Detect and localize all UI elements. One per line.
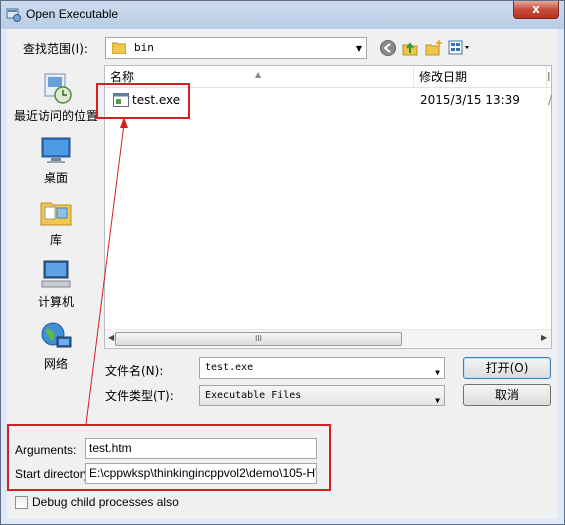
place-label: 计算机 (37, 295, 74, 309)
close-button[interactable]: x (513, 1, 559, 19)
back-icon[interactable] (379, 39, 397, 57)
view-menu-icon[interactable] (448, 39, 472, 57)
computer-icon (41, 260, 71, 288)
window-title: Open Executable (26, 7, 119, 21)
sort-ascending-icon: ▲ (255, 70, 262, 79)
file-name-label: 文件名(N): (105, 364, 164, 378)
debug-child-label: Debug child processes also (32, 495, 179, 509)
place-label: 库 (49, 233, 62, 247)
place-desktop[interactable]: 桌面 (9, 133, 103, 193)
horizontal-scrollbar[interactable]: ◀ III ▶ (105, 329, 551, 347)
places-bar: 最近访问的位置 桌面 库 计算机 网络 (9, 67, 103, 385)
open-button[interactable]: 打开(O) (463, 357, 551, 379)
look-in-value: bin (134, 41, 154, 54)
file-date: 2015/3/15 13:39 (420, 93, 520, 107)
scroll-left-icon[interactable]: ◀ (108, 333, 114, 342)
place-label: 最近访问的位置 (13, 109, 98, 123)
place-label: 桌面 (43, 171, 68, 185)
look-in-combo[interactable]: bin ▼ (105, 37, 367, 59)
app-icon (6, 8, 21, 22)
column-header-date[interactable]: 修改日期 (414, 66, 546, 88)
folder-icon (112, 42, 126, 54)
column-header-more[interactable]: I (547, 66, 551, 88)
look-in-label: 查找范围(I): (23, 42, 88, 56)
up-folder-icon[interactable] (401, 39, 419, 57)
debug-child-checkbox[interactable] (15, 496, 28, 509)
network-icon (41, 322, 72, 348)
place-computer[interactable]: 计算机 (9, 257, 103, 317)
recent-places-icon (44, 73, 72, 104)
chevron-down-icon: ▼ (355, 44, 362, 53)
file-type-label: 文件类型(T): (105, 389, 174, 403)
file-more: / (548, 93, 553, 107)
place-recent[interactable]: 最近访问的位置 (9, 71, 103, 131)
title-bar: Open Executable x (1, 1, 564, 29)
file-name-input[interactable]: test.exe ▼ (199, 357, 445, 379)
place-libraries[interactable]: 库 (9, 195, 103, 255)
highlight-box-file (96, 83, 190, 119)
highlight-box-options (7, 424, 331, 491)
scroll-right-icon[interactable]: ▶ (541, 333, 547, 342)
place-network[interactable]: 网络 (9, 319, 103, 379)
desktop-icon (41, 137, 71, 163)
chevron-down-icon[interactable]: ▼ (435, 363, 440, 383)
scrollbar-thumb[interactable]: III (115, 332, 402, 346)
libraries-icon (40, 202, 72, 226)
place-label: 网络 (43, 357, 68, 371)
new-folder-icon[interactable] (425, 39, 443, 57)
